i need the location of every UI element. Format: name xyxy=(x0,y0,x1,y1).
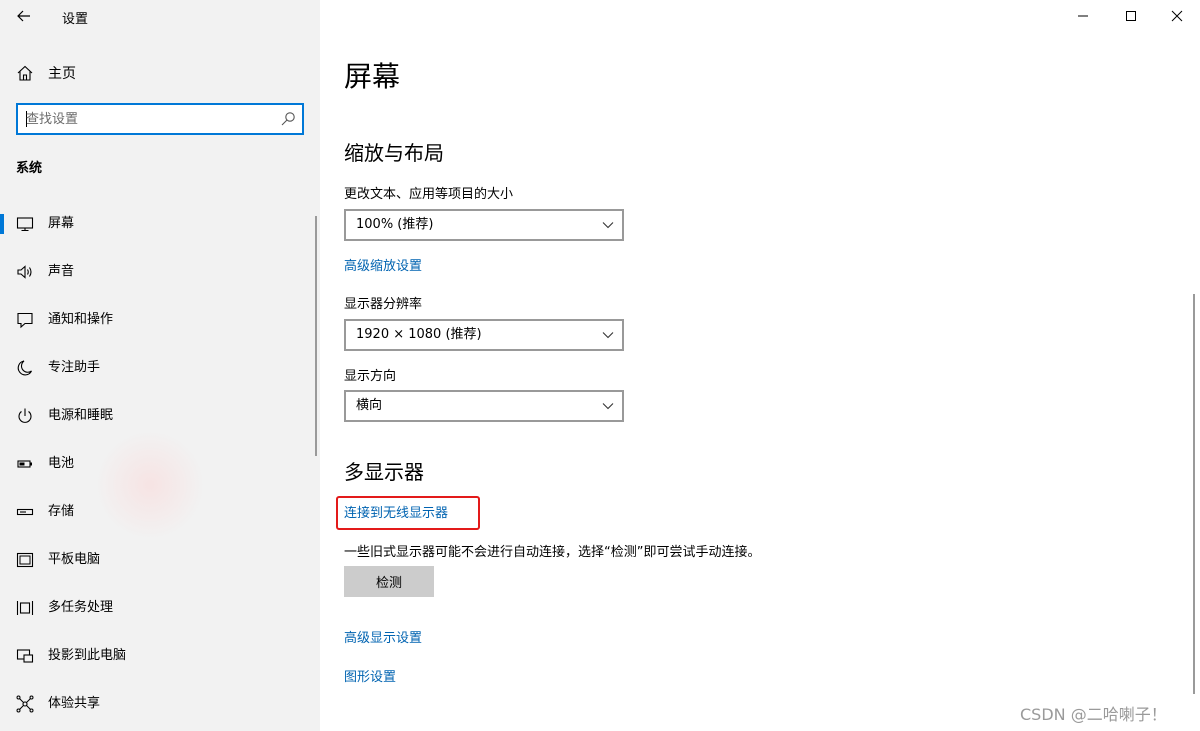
sidebar-nav: 屏幕 声音 通知和操作 专注助手 电源和睡眠 电池 存储 平板电脑 多任务处理 … xyxy=(0,200,320,728)
notification-icon xyxy=(17,312,33,329)
sidebar-item-label: 多任务处理 xyxy=(48,600,114,615)
sidebar-item-power-sleep[interactable]: 电源和睡眠 xyxy=(0,392,320,440)
home-icon xyxy=(17,65,33,81)
sidebar-item-multitasking[interactable]: 多任务处理 xyxy=(0,584,320,632)
sidebar-item-focus-assist[interactable]: 专注助手 xyxy=(0,344,320,392)
resolution-value: 1920 × 1080 (推荐) xyxy=(356,327,482,342)
sidebar-item-label: 电池 xyxy=(48,456,75,471)
sidebar-item-label: 通知和操作 xyxy=(48,312,114,327)
back-arrow-icon xyxy=(17,10,30,22)
page-title: 屏幕 xyxy=(344,60,401,93)
section-label: 系统 xyxy=(16,161,43,176)
resolution-dropdown[interactable]: 1920 × 1080 (推荐) xyxy=(344,319,624,351)
home-label: 主页 xyxy=(48,66,76,82)
sidebar-item-tablet[interactable]: 平板电脑 xyxy=(0,536,320,584)
close-button[interactable] xyxy=(1154,0,1200,32)
close-icon xyxy=(1171,10,1183,22)
battery-icon xyxy=(17,460,32,468)
sidebar-item-label: 屏幕 xyxy=(48,216,75,231)
tablet-icon xyxy=(16,552,34,568)
sidebar: 设置 主页 系统 屏幕 声音 xyxy=(0,0,320,731)
moon-icon xyxy=(17,360,32,376)
sidebar-item-label: 存储 xyxy=(48,504,75,519)
monitor-icon xyxy=(16,217,34,232)
connect-wireless-display-link[interactable]: 连接到无线显示器 xyxy=(344,502,448,521)
advanced-scaling-link[interactable]: 高级缩放设置 xyxy=(344,255,422,274)
search-icon[interactable] xyxy=(280,111,296,127)
shared-experiences-icon xyxy=(16,695,34,713)
power-icon xyxy=(18,408,32,423)
sidebar-item-label: 平板电脑 xyxy=(48,552,101,567)
minimize-button[interactable] xyxy=(1060,0,1106,32)
advanced-display-link[interactable]: 高级显示设置 xyxy=(344,627,422,646)
scale-label: 更改文本、应用等项目的大小 xyxy=(344,187,514,202)
graphics-settings-link[interactable]: 图形设置 xyxy=(344,666,396,685)
sidebar-item-sound[interactable]: 声音 xyxy=(0,248,320,296)
scale-value: 100% (推荐) xyxy=(356,217,434,232)
multitasking-icon xyxy=(16,601,34,615)
detect-button[interactable]: 检测 xyxy=(344,566,434,597)
chevron-down-icon xyxy=(602,403,614,410)
sidebar-item-project[interactable]: 投影到此电脑 xyxy=(0,632,320,680)
sidebar-item-label: 投影到此电脑 xyxy=(48,648,127,663)
sidebar-item-notifications[interactable]: 通知和操作 xyxy=(0,296,320,344)
speaker-icon xyxy=(17,265,32,279)
home-link[interactable]: 主页 xyxy=(16,62,76,84)
back-button[interactable] xyxy=(12,4,36,28)
app-title: 设置 xyxy=(62,12,89,27)
project-icon xyxy=(16,649,34,663)
scale-dropdown[interactable]: 100% (推荐) xyxy=(344,209,624,241)
main-content: 屏幕 缩放与布局 更改文本、应用等项目的大小 100% (推荐) 高级缩放设置 … xyxy=(320,0,1200,731)
sidebar-item-label: 体验共享 xyxy=(48,696,101,711)
sidebar-item-label: 专注助手 xyxy=(48,360,101,375)
orientation-value: 横向 xyxy=(356,398,383,413)
multi-display-description: 一些旧式显示器可能不会进行自动连接，选择“检测”即可尝试手动连接。 xyxy=(344,545,761,560)
watermark: CSDN @二哈喇子！ xyxy=(1020,705,1167,724)
search-box[interactable] xyxy=(16,103,304,135)
search-input[interactable] xyxy=(26,109,266,129)
chevron-down-icon xyxy=(602,332,614,339)
sidebar-item-storage[interactable]: 存储 xyxy=(0,488,320,536)
multi-display-heading: 多显示器 xyxy=(344,460,424,484)
sidebar-scrollbar[interactable] xyxy=(315,216,317,456)
orientation-dropdown[interactable]: 横向 xyxy=(344,390,624,422)
sidebar-item-battery[interactable]: 电池 xyxy=(0,440,320,488)
sidebar-item-label: 电源和睡眠 xyxy=(48,408,114,423)
sidebar-item-screen[interactable]: 屏幕 xyxy=(0,200,320,248)
scale-layout-heading: 缩放与布局 xyxy=(344,141,444,165)
resolution-label: 显示器分辨率 xyxy=(344,297,423,312)
sidebar-item-shared-experiences[interactable]: 体验共享 xyxy=(0,680,320,728)
chevron-down-icon xyxy=(602,222,614,229)
sidebar-item-label: 声音 xyxy=(48,264,75,279)
main-scrollbar[interactable] xyxy=(1193,294,1195,694)
maximize-button[interactable] xyxy=(1108,0,1154,32)
orientation-label: 显示方向 xyxy=(344,369,397,384)
minimize-icon xyxy=(1078,15,1088,17)
storage-icon xyxy=(16,508,34,516)
maximize-icon xyxy=(1126,11,1136,21)
